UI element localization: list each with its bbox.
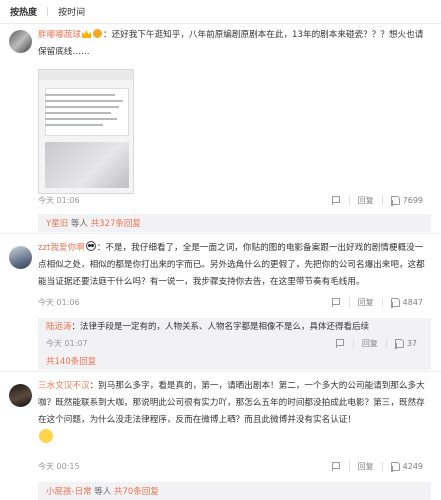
reply-actions: 回复 37 — [328, 338, 425, 349]
thumbs-up-icon — [390, 196, 400, 206]
image-line — [45, 106, 119, 108]
reply-text-row: 陆远涛：法律手段是一定有的，人物关系、人物名字都是相像不是么，具体还得看后续 — [46, 321, 425, 333]
comment-meta: 今天 01:06 回复 4847 — [38, 297, 431, 311]
sort-bar: 按热度 | 按时间 — [0, 0, 441, 24]
comment-body: ：不是，我仔细看了，全是一面之词，你贴的图的电影备案跟一出好戏的剧情梗概没一点相… — [38, 243, 425, 287]
reply-others: 等人 — [94, 487, 112, 497]
reply-summary: 小屁孩-日常 等人 共70条回复 — [38, 482, 431, 500]
comment-item: 三水文汉不汉：别马那么多字，看是真的，第一，请晒出剧本！第二，一个多大的公司能请… — [0, 376, 441, 500]
reply-user-link[interactable]: Y星旧 — [46, 219, 68, 229]
comment-image[interactable] — [38, 69, 134, 194]
thumbs-up-icon — [390, 462, 400, 472]
sort-by-hot-tab[interactable]: 按热度 — [8, 5, 39, 18]
flag-icon — [335, 339, 345, 348]
reply-time: 今天 01:07 — [46, 339, 88, 348]
reply-like-button[interactable]: 37 — [385, 339, 425, 349]
image-line — [45, 124, 103, 126]
comment-text: zzt我爱你啊 ：不是，我仔细看了，全是一面之词，你贴的图的电影备案跟一出好戏的剧… — [38, 240, 431, 291]
image-line — [45, 118, 117, 120]
flag-icon — [331, 462, 341, 471]
image-line — [45, 94, 115, 96]
report-button[interactable] — [324, 462, 349, 471]
comment-meta: 今天 00:15 回复 4249 — [38, 461, 431, 475]
reply-count-link[interactable]: 共327条回复 — [91, 219, 141, 229]
comment-username[interactable]: zzt我爱你啊 — [38, 243, 85, 253]
crown-icon — [81, 30, 91, 38]
thumbs-up-icon — [390, 298, 400, 308]
comment-text: 三水文汉不汉：别马那么多字，看是真的，第一，请晒出剧本！第二，一个多大的公司能请… — [38, 378, 431, 449]
reply-user-link[interactable]: 小屁孩-日常 — [46, 487, 92, 497]
reply-body: ：法律手段是一定有的，人物关系、人物名字都是相像不是么，具体还得看后续 — [71, 322, 370, 332]
reply-report-button[interactable] — [328, 339, 353, 348]
comment-time: 今天 01:06 — [38, 298, 80, 307]
reply-summary-row: Y星旧 等人 共327条回复 — [46, 217, 141, 229]
comment-text: 胖嘟嘟蔬球 ：还好我下午逛知乎，八年前原编剧原剧本在此，13年的剧本来碰瓷？？？想… — [38, 27, 431, 61]
member-badge-icon — [92, 29, 102, 38]
like-count: 7699 — [402, 196, 423, 205]
comment-actions: 回复 4847 — [324, 297, 431, 308]
comment-item: zzt我爱你啊 ：不是，我仔细看了，全是一面之词，你贴的图的电影备案跟一出好戏的剧… — [0, 238, 441, 372]
like-count: 4249 — [402, 462, 423, 471]
comment-username[interactable]: 三水文汉不汉 — [38, 381, 90, 391]
avatar[interactable] — [9, 30, 32, 53]
thumbs-up-icon — [394, 339, 404, 349]
image-line — [45, 112, 111, 114]
flag-icon — [331, 298, 341, 307]
reply-reply-button[interactable]: 回复 — [352, 338, 386, 349]
report-button[interactable] — [324, 196, 349, 205]
comment-item: 胖嘟嘟蔬球 ：还好我下午逛知乎，八年前原编剧原剧本在此，13年的剧本来碰瓷？？？想… — [0, 24, 441, 234]
reply-others: 等人 — [70, 219, 88, 229]
report-button[interactable] — [324, 298, 349, 307]
like-count: 4847 — [402, 298, 423, 307]
avatar[interactable] — [9, 246, 32, 269]
image-line — [45, 100, 123, 102]
reply-reply-label: 回复 — [361, 339, 378, 348]
reply-button[interactable]: 回复 — [348, 297, 382, 308]
reply-button[interactable]: 回复 — [348, 195, 382, 206]
reply-count-link[interactable]: 共140条回复 — [46, 357, 96, 367]
reply-meta: 今天 01:07 回复 37 — [46, 338, 425, 350]
reply-button[interactable]: 回复 — [348, 461, 382, 472]
comment-body: ：别马那么多字，看是真的，第一，请晒出剧本！第二，一个多大的公司能请到那么多大咖… — [38, 381, 425, 425]
reply-username[interactable]: 陆远涛 — [46, 322, 72, 332]
like-button[interactable]: 7699 — [381, 196, 431, 206]
reply-count-link[interactable]: 共70条回复 — [114, 487, 159, 497]
panda-emoji-icon — [85, 241, 96, 251]
comment-time: 今天 01:06 — [38, 196, 80, 205]
flag-icon — [331, 196, 341, 205]
image-photo — [45, 142, 129, 188]
reply-summary: Y星旧 等人 共327条回复 — [38, 214, 431, 232]
reply-label: 回复 — [357, 462, 374, 471]
sort-separator: | — [46, 6, 50, 17]
reply-label: 回复 — [357, 298, 374, 307]
like-button[interactable]: 4249 — [381, 462, 431, 472]
like-button[interactable]: 4847 — [381, 298, 431, 308]
image-header — [39, 70, 133, 80]
comment-actions: 回复 4249 — [324, 461, 431, 472]
smile-emoji-icon — [39, 429, 53, 443]
reply-summary-row: 小屁孩-日常 等人 共70条回复 — [46, 485, 159, 497]
reply-like-count: 37 — [406, 339, 417, 348]
reply-more-row: 共140条回复 — [46, 355, 96, 367]
comment-meta: 今天 01:06 回复 7699 — [38, 195, 431, 209]
sort-by-time-tab[interactable]: 按时间 — [56, 5, 87, 18]
comment-actions: 回复 7699 — [324, 195, 431, 206]
comment-time: 今天 00:15 — [38, 462, 80, 471]
reply-label: 回复 — [357, 196, 374, 205]
reply-box: 陆远涛：法律手段是一定有的，人物关系、人物名字都是相像不是么，具体还得看后续 今… — [38, 318, 431, 370]
avatar[interactable] — [9, 384, 32, 407]
comment-username[interactable]: 胖嘟嘟蔬球 — [38, 30, 81, 40]
